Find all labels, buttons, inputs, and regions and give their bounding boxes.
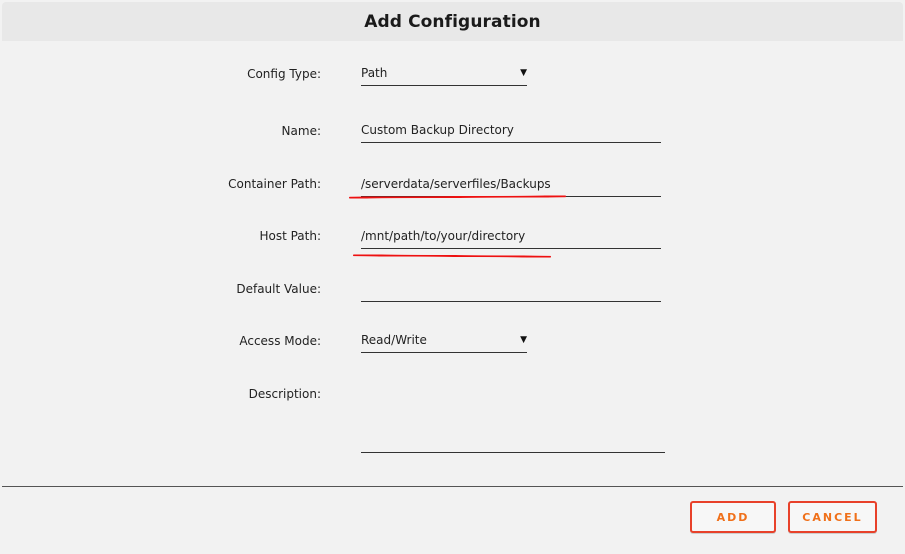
config-type-select[interactable]: Path ▼ xyxy=(361,62,527,86)
container-path-annotation-underline xyxy=(348,195,567,199)
dialog-title: Add Configuration xyxy=(364,11,541,32)
host-path-label: Host Path: xyxy=(259,229,321,243)
default-value-field[interactable] xyxy=(361,278,661,302)
name-input[interactable] xyxy=(361,123,661,137)
default-value-input[interactable] xyxy=(361,282,661,296)
footer-divider xyxy=(2,486,903,487)
description-textarea[interactable] xyxy=(361,380,665,448)
container-path-field[interactable] xyxy=(361,173,661,197)
container-path-label: Container Path: xyxy=(228,177,321,191)
container-path-input[interactable] xyxy=(361,177,661,191)
config-type-label: Config Type: xyxy=(247,67,321,81)
description-field[interactable] xyxy=(361,380,665,453)
chevron-down-icon: ▼ xyxy=(520,335,527,345)
cancel-button[interactable]: CANCEL xyxy=(788,501,877,533)
name-label: Name: xyxy=(281,124,321,138)
dialog-header: Add Configuration xyxy=(2,2,903,41)
host-path-input[interactable] xyxy=(361,229,661,243)
access-mode-select[interactable]: Read/Write ▼ xyxy=(361,329,527,353)
add-configuration-dialog: Add Configuration Config Type: Path ▼ Na… xyxy=(0,0,905,554)
access-mode-label: Access Mode: xyxy=(239,334,321,348)
host-path-field[interactable] xyxy=(361,225,661,249)
chevron-down-icon: ▼ xyxy=(520,68,527,78)
access-mode-value: Read/Write xyxy=(361,333,427,347)
description-label: Description: xyxy=(248,387,321,401)
name-field[interactable] xyxy=(361,119,661,143)
host-path-annotation-underline xyxy=(352,254,552,258)
default-value-label: Default Value: xyxy=(236,282,321,296)
config-type-value: Path xyxy=(361,66,388,80)
add-button[interactable]: ADD xyxy=(690,501,776,533)
